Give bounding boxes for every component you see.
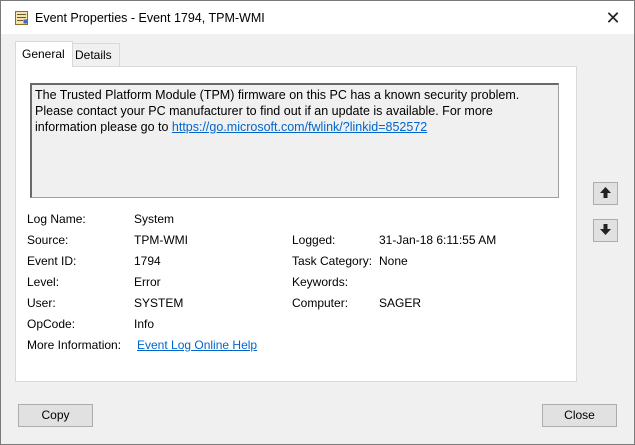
log-name-value: System	[134, 212, 175, 226]
log-name-label: Log Name:	[27, 212, 86, 226]
previous-event-button[interactable]	[593, 182, 618, 205]
keywords-label: Keywords:	[292, 275, 349, 289]
description-link[interactable]: https://go.microsoft.com/fwlink/?linkid=…	[172, 120, 427, 134]
next-event-button[interactable]	[593, 219, 618, 242]
level-value: Error	[134, 275, 161, 289]
close-icon[interactable]: ✕	[600, 7, 626, 29]
title-bar: Event Properties - Event 1794, TPM-WMI ✕	[1, 1, 634, 34]
description-box[interactable]: The Trusted Platform Module (TPM) firmwa…	[30, 83, 559, 198]
user-value: SYSTEM	[134, 296, 184, 310]
level-label: Level:	[27, 275, 60, 289]
tab-general[interactable]: General	[15, 41, 73, 67]
general-panel: The Trusted Platform Module (TPM) firmwa…	[15, 66, 577, 382]
computer-label: Computer:	[292, 296, 349, 310]
opcode-label: OpCode:	[27, 317, 76, 331]
tab-details[interactable]: Details	[68, 43, 120, 66]
task-category-label: Task Category:	[292, 254, 373, 268]
event-viewer-icon	[15, 11, 28, 25]
more-info-label: More Information:	[27, 338, 122, 352]
logged-label: Logged:	[292, 233, 336, 247]
source-label: Source:	[27, 233, 69, 247]
arrow-down-icon	[600, 224, 611, 235]
opcode-value: Info	[134, 317, 155, 331]
event-properties-window: Event Properties - Event 1794, TPM-WMI ✕…	[0, 0, 635, 445]
copy-button[interactable]: Copy	[18, 404, 93, 427]
event-log-online-help-link[interactable]: Event Log Online Help	[137, 338, 257, 352]
task-category-value: None	[379, 254, 408, 268]
event-id-label: Event ID:	[27, 254, 77, 268]
close-button[interactable]: Close	[542, 404, 617, 427]
user-label: User:	[27, 296, 56, 310]
arrow-up-icon	[600, 187, 611, 198]
window-title: Event Properties - Event 1794, TPM-WMI	[35, 11, 265, 25]
event-id-value: 1794	[134, 254, 161, 268]
logged-value: 31-Jan-18 6:11:55 AM	[379, 233, 497, 247]
source-value: TPM-WMI	[134, 233, 188, 247]
computer-value: SAGER	[379, 296, 422, 310]
